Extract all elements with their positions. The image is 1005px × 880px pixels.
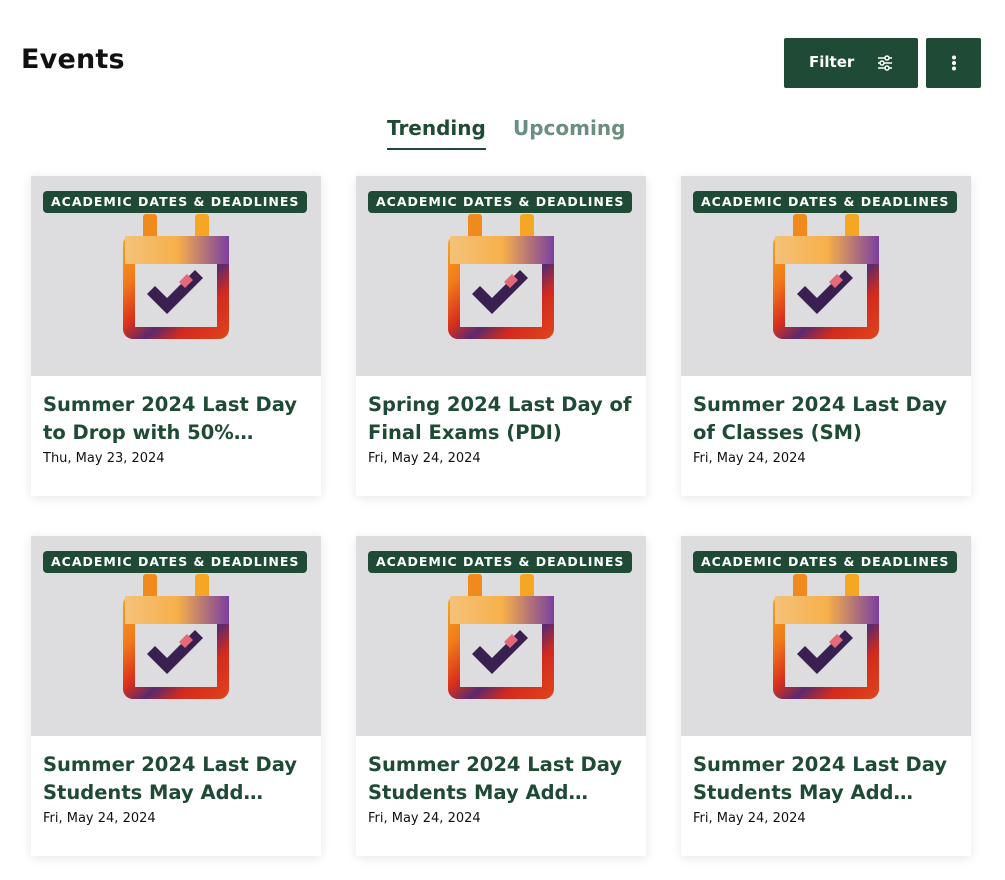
calendar-check-icon: [446, 214, 556, 339]
event-date: Thu, May 23, 2024: [43, 451, 165, 466]
event-title[interactable]: Summer 2024 Last Day Students May Add…: [368, 751, 636, 807]
vertical-dots-icon: [952, 55, 956, 71]
event-card[interactable]: ACADEMIC DATES & DEADLINES Summer 2024 L…: [31, 176, 321, 496]
filter-button[interactable]: Filter: [784, 38, 918, 88]
category-badge: ACADEMIC DATES & DEADLINES: [368, 551, 633, 573]
category-badge: ACADEMIC DATES & DEADLINES: [43, 551, 308, 573]
calendar-check-icon: [446, 574, 556, 699]
event-tabs: Trending Upcoming: [0, 116, 1005, 156]
page-title: Events: [21, 44, 125, 75]
event-date: Fri, May 24, 2024: [368, 451, 481, 466]
event-title[interactable]: Summer 2024 Last Day of Classes (SM): [693, 391, 961, 447]
calendar-check-icon: [121, 214, 231, 339]
event-date: Fri, May 24, 2024: [693, 451, 806, 466]
event-date: Fri, May 24, 2024: [368, 811, 481, 826]
event-image: ACADEMIC DATES & DEADLINES: [31, 536, 321, 736]
category-badge: ACADEMIC DATES & DEADLINES: [693, 551, 958, 573]
calendar-check-icon: [771, 574, 881, 699]
event-date: Fri, May 24, 2024: [693, 811, 806, 826]
filter-button-label: Filter: [809, 53, 855, 71]
event-image: ACADEMIC DATES & DEADLINES: [356, 536, 646, 736]
event-image: ACADEMIC DATES & DEADLINES: [356, 176, 646, 376]
more-options-button[interactable]: [926, 38, 981, 88]
tab-trending[interactable]: Trending: [387, 116, 486, 150]
event-title[interactable]: Summer 2024 Last Day Students May Add…: [693, 751, 961, 807]
event-title[interactable]: Summer 2024 Last Day Students May Add…: [43, 751, 311, 807]
event-image: ACADEMIC DATES & DEADLINES: [681, 536, 971, 736]
event-card[interactable]: ACADEMIC DATES & DEADLINES Summer 2024 L…: [681, 536, 971, 856]
event-card[interactable]: ACADEMIC DATES & DEADLINES Spring 2024 L…: [356, 176, 646, 496]
event-card[interactable]: ACADEMIC DATES & DEADLINES Summer 2024 L…: [356, 536, 646, 856]
event-title[interactable]: Spring 2024 Last Day of Final Exams (PDI…: [368, 391, 636, 447]
category-badge: ACADEMIC DATES & DEADLINES: [693, 191, 958, 213]
category-badge: ACADEMIC DATES & DEADLINES: [43, 191, 308, 213]
calendar-check-icon: [771, 214, 881, 339]
tab-upcoming[interactable]: Upcoming: [513, 116, 625, 148]
events-page: Events Filter Trending Upcoming ACADEMIC…: [0, 0, 1005, 880]
event-title[interactable]: Summer 2024 Last Day to Drop with 50% Tu…: [43, 391, 311, 447]
event-image: ACADEMIC DATES & DEADLINES: [681, 176, 971, 376]
event-card[interactable]: ACADEMIC DATES & DEADLINES Summer 2024 L…: [31, 536, 321, 856]
event-image: ACADEMIC DATES & DEADLINES: [31, 176, 321, 376]
sliders-icon: [878, 55, 892, 71]
calendar-check-icon: [121, 574, 231, 699]
category-badge: ACADEMIC DATES & DEADLINES: [368, 191, 633, 213]
event-date: Fri, May 24, 2024: [43, 811, 156, 826]
event-card[interactable]: ACADEMIC DATES & DEADLINES Summer 2024 L…: [681, 176, 971, 496]
